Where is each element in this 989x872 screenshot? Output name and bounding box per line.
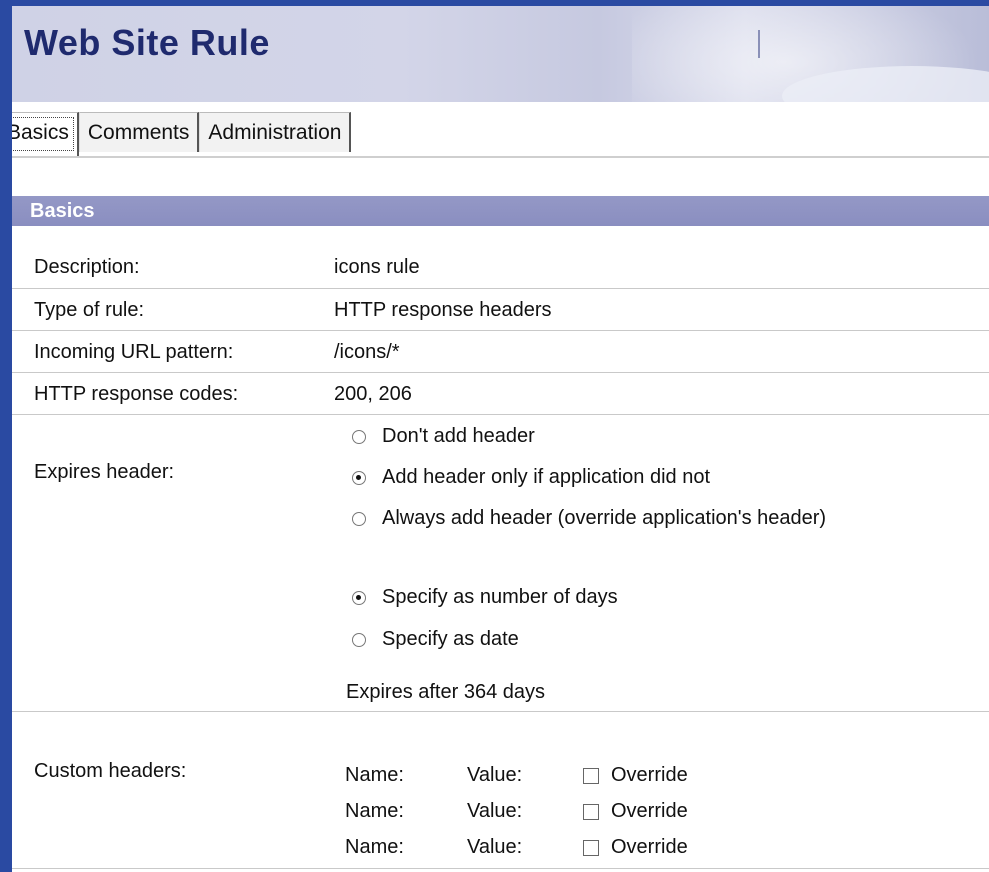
override-checkbox[interactable] [583,839,599,856]
override-label: Override [611,764,688,786]
override-label: Override [611,836,688,858]
response-codes-value: 200, 206 [334,383,412,405]
expires-option-always-add[interactable]: Always add header (override application'… [352,507,826,530]
description-label: Description: [34,256,140,278]
tab-administration[interactable]: Administration [199,112,352,152]
header-value-label: Value: [467,800,523,822]
override-checkbox[interactable] [583,767,599,784]
custom-header-entry: Name: Value: Override [345,836,688,859]
expires-mode-days[interactable]: Specify as number of days [352,586,618,609]
header-name-label: Name: [345,836,404,858]
description-row: Description: icons rule [12,246,989,289]
expires-header-row: Expires header: Don't add header Add hea… [12,415,989,712]
radio-label: Don't add header [382,425,535,447]
custom-headers-row: Custom headers: Name: Value: Override Na… [12,712,989,869]
custom-header-entry: Name: Value: Override [345,800,688,823]
expires-option-dont-add[interactable]: Don't add header [352,425,535,448]
response-codes-label: HTTP response codes: [34,383,239,405]
expires-mode-date[interactable]: Specify as date [352,628,519,651]
tab-divider [12,156,989,158]
tab-bar: Basics Comments Administration [12,112,352,156]
section-header-basics: Basics [12,196,989,226]
type-label: Type of rule: [34,299,145,321]
url-pattern-label: Incoming URL pattern: [34,341,234,363]
radio-label: Add header only if application did not [382,466,711,488]
tab-basics[interactable]: Basics [12,112,79,156]
url-pattern-value: /icons/* [334,341,400,363]
radio-number-of-days[interactable] [352,590,366,605]
override-checkbox[interactable] [583,803,599,820]
description-value: icons rule [334,256,420,278]
type-row: Type of rule: HTTP response headers [12,289,989,331]
header-name-label: Name: [345,800,404,822]
response-codes-row: HTTP response codes: 200, 206 [12,373,989,415]
title-banner: Web Site Rule [12,6,989,102]
banner-decoration [758,30,760,58]
radio-dont-add-header[interactable] [352,429,366,444]
header-name-label: Name: [345,764,404,786]
page-title: Web Site Rule [24,22,270,63]
header-value-label: Value: [467,764,523,786]
custom-headers-label: Custom headers: [34,760,187,782]
override-label: Override [611,800,688,822]
radio-specify-date[interactable] [352,632,366,647]
radio-always-add-header[interactable] [352,511,366,526]
radio-label: Specify as number of days [382,586,618,608]
tab-comments[interactable]: Comments [78,112,200,152]
type-value: HTTP response headers [334,299,552,321]
radio-label: Always add header (override application'… [382,507,827,529]
expires-header-label: Expires header: [34,461,175,483]
url-pattern-row: Incoming URL pattern: /icons/* [12,331,989,373]
header-value-label: Value: [467,836,523,858]
expires-option-add-if-missing[interactable]: Add header only if application did not [352,466,710,489]
web-site-rule-window: Web Site Rule Basics Comments Administra… [12,6,989,872]
custom-header-entry: Name: Value: Override [345,764,688,787]
radio-add-if-application-did-not[interactable] [352,470,366,485]
radio-label: Specify as date [382,628,519,650]
expires-summary: Expires after 364 days [346,681,545,703]
